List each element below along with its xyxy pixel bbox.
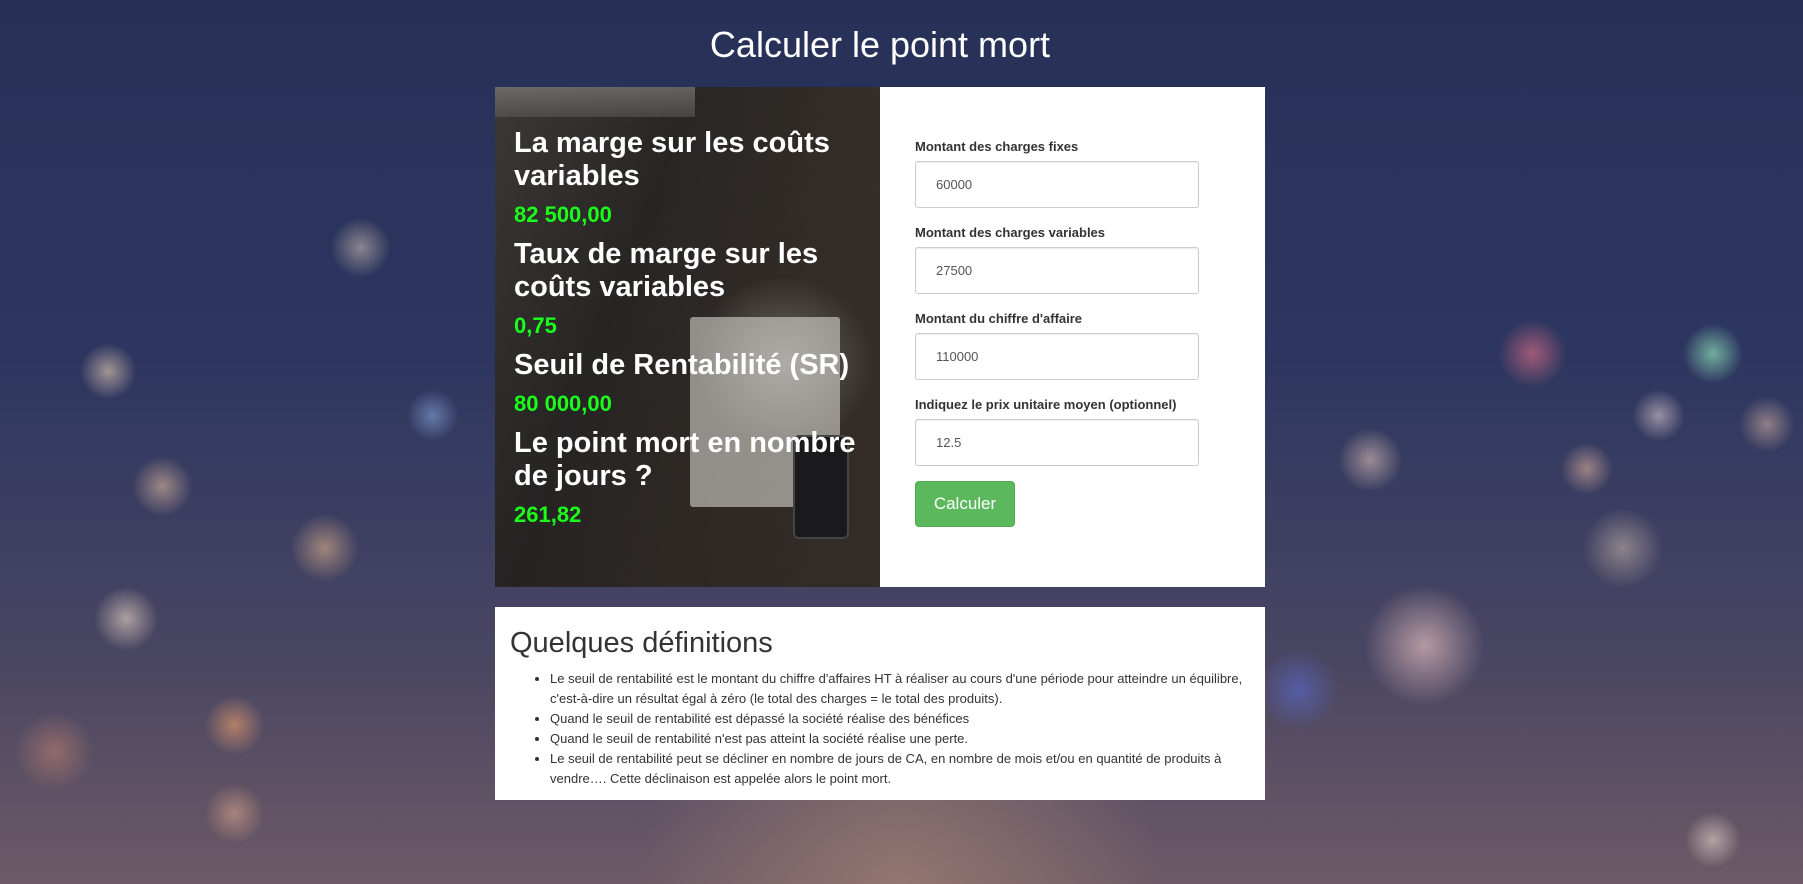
result-label: Taux de marge sur les coûts variables <box>514 238 819 303</box>
fixed-costs-group: Montant des charges fixes <box>915 139 1199 208</box>
unit-price-input[interactable] <box>915 419 1199 466</box>
list-item: Quand le seuil de rentabilité n'est pas … <box>550 729 1250 749</box>
revenue-label: Montant du chiffre d'affaire <box>915 311 1083 326</box>
variable-costs-label: Montant des charges variables <box>915 225 1106 240</box>
result-label: La marge sur les coûts variables <box>514 127 830 192</box>
calculate-button[interactable]: Calculer <box>915 481 1015 527</box>
list-item: Quand le seuil de rentabilité est dépass… <box>550 709 1250 729</box>
result-value: 80 000,00 <box>514 391 612 416</box>
revenue-group: Montant du chiffre d'affaire <box>915 311 1199 380</box>
unit-price-group: Indiquez le prix unitaire moyen (optionn… <box>915 397 1199 466</box>
result-value: 261,82 <box>514 502 582 527</box>
calculator-form: Montant des charges fixes Montant des ch… <box>880 87 1265 587</box>
result-value: 82 500,00 <box>514 202 612 227</box>
results-list: La marge sur les coûts variables 82 500,… <box>495 127 880 538</box>
unit-price-label: Indiquez le prix unitaire moyen (optionn… <box>915 397 1177 412</box>
list-item: Le seuil de rentabilité est le montant d… <box>550 669 1250 709</box>
fixed-costs-label: Montant des charges fixes <box>915 139 1079 154</box>
list-item: Le seuil de rentabilité peut se décliner… <box>550 749 1250 789</box>
result-label: Seuil de Rentabilité (SR) <box>514 349 850 381</box>
variable-costs-input[interactable] <box>915 247 1199 294</box>
laptop-image <box>495 87 695 117</box>
fixed-costs-input[interactable] <box>915 161 1199 208</box>
page-title: Calculer le point mort <box>709 24 1051 65</box>
definitions-panel: Quelques définitions Le seuil de rentabi… <box>495 607 1265 800</box>
result-label: Le point mort en nombre de jours ? <box>514 427 856 492</box>
result-break-even-days: Le point mort en nombre de jours ? 261,8… <box>495 427 880 528</box>
results-panel: La marge sur les coûts variables 82 500,… <box>495 87 880 587</box>
result-margin-rate: Taux de marge sur les coûts variables 0,… <box>495 238 880 339</box>
revenue-input[interactable] <box>915 333 1199 380</box>
result-value: 0,75 <box>514 313 557 338</box>
definitions-list: Le seuil de rentabilité est le montant d… <box>510 669 1250 789</box>
definitions-title: Quelques définitions <box>510 627 773 659</box>
result-break-even: Seuil de Rentabilité (SR) 80 000,00 <box>495 349 880 417</box>
variable-costs-group: Montant des charges variables <box>915 225 1199 294</box>
result-contribution-margin: La marge sur les coûts variables 82 500,… <box>495 127 880 228</box>
